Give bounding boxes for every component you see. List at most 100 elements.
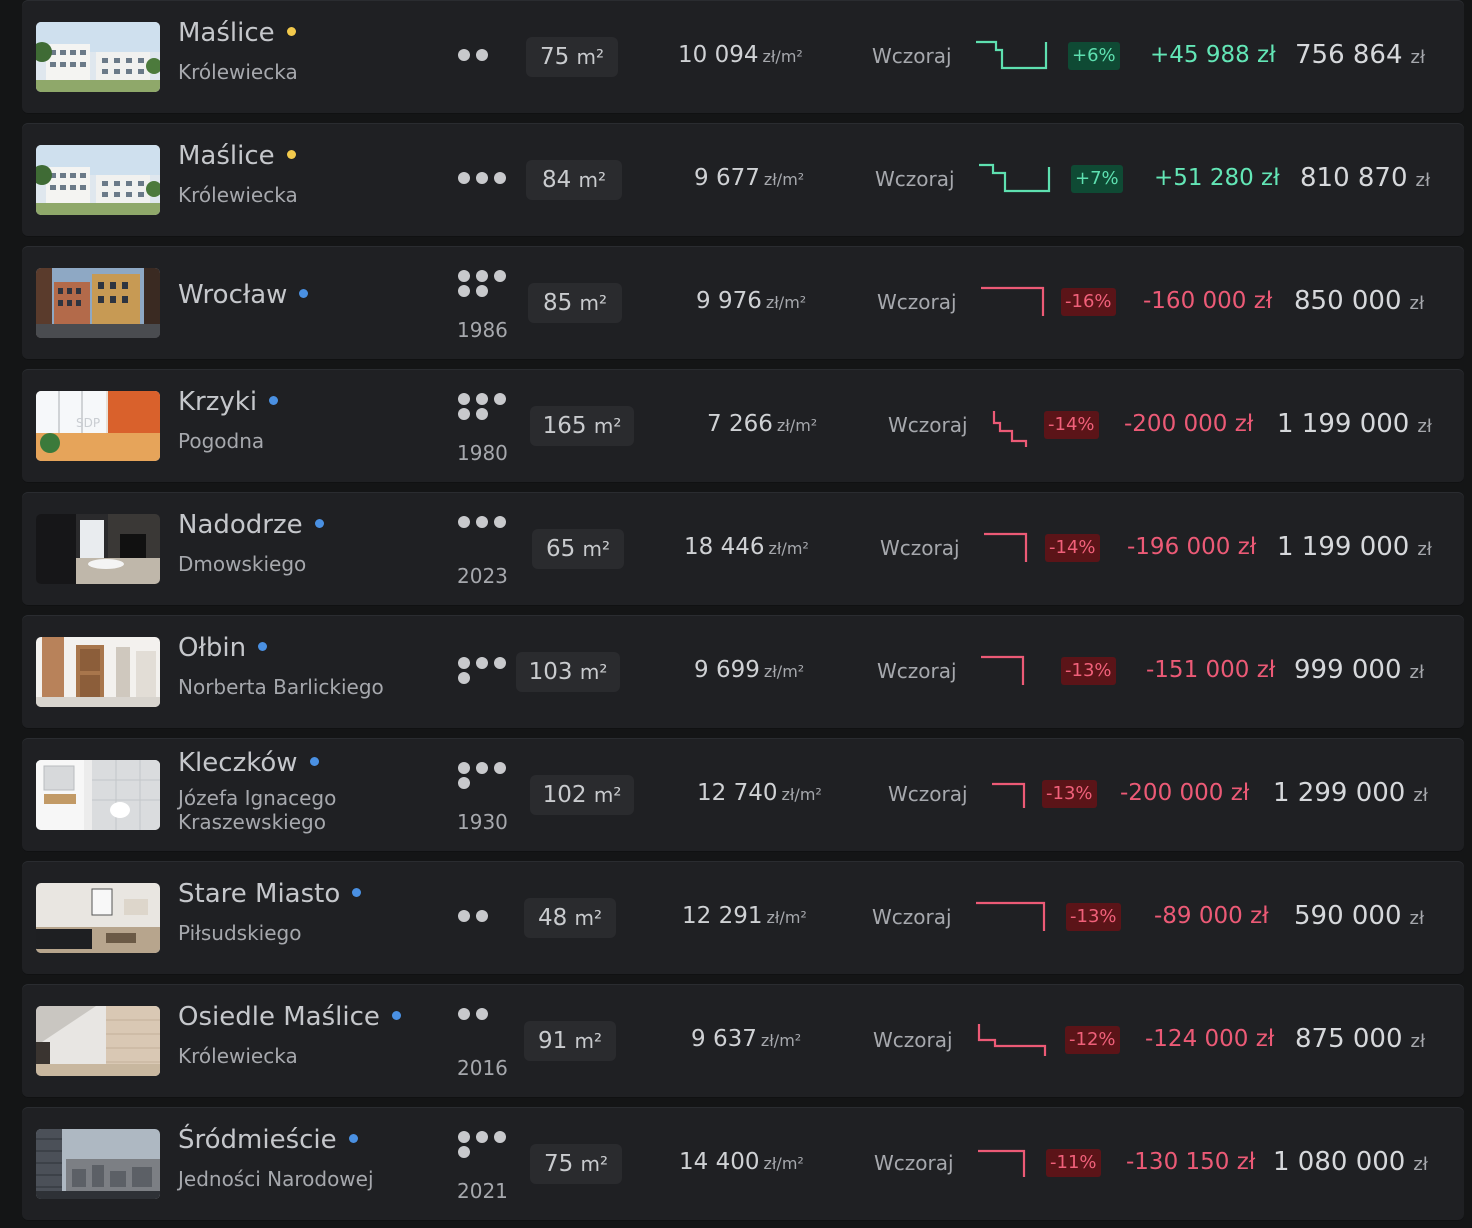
price-history-sparkline[interactable] <box>979 653 1049 697</box>
price-change-amount: -124 000 zł <box>1145 1026 1275 1052</box>
room-dot <box>458 49 470 61</box>
street-name: Jedności Narodowej <box>178 1167 374 1191</box>
district-name[interactable]: Kleczków <box>178 748 319 778</box>
listing-photo[interactable] <box>36 1129 160 1199</box>
district-name[interactable]: Ołbin <box>178 633 268 663</box>
price-history-sparkline[interactable] <box>982 530 1032 574</box>
price-history-sparkline[interactable] <box>976 1145 1030 1189</box>
status-dot-icon <box>348 1134 358 1143</box>
listing-row[interactable]: Ołbin Norberta Barlickiego 103 m² 9 699 zł/m… <box>22 615 1464 729</box>
price-history-sparkline[interactable] <box>974 38 1052 82</box>
total-price: 999 000 zł <box>1294 655 1425 685</box>
price-history-sparkline[interactable] <box>979 284 1049 328</box>
total-price: 810 870 zł <box>1300 163 1431 193</box>
listing-photo[interactable] <box>36 637 160 707</box>
room-dot <box>458 762 470 774</box>
listing-photo[interactable] <box>36 145 160 215</box>
street-name: Dmowskiego <box>178 552 307 576</box>
room-dot <box>458 1131 470 1143</box>
listing-photo[interactable] <box>36 883 160 953</box>
price-per-m2: 10 094 zł/m² <box>678 42 803 68</box>
price-history-sparkline[interactable] <box>977 1022 1051 1066</box>
status-dot-icon <box>309 757 319 766</box>
listing-row[interactable]: Śródmieście Jedności Narodowej 2021 75 m² 14… <box>22 1107 1464 1221</box>
listing-photo[interactable] <box>36 22 160 92</box>
listing-photo[interactable] <box>36 268 160 338</box>
price-change-amount: +51 280 zł <box>1154 165 1280 191</box>
updated-date: Wczoraj <box>888 413 968 437</box>
price-change-amount: -200 000 zł <box>1124 411 1254 437</box>
price-change-percent: +7% <box>1071 165 1123 193</box>
listing-photo[interactable] <box>36 514 160 584</box>
price-change-percent: -13% <box>1066 903 1121 931</box>
district-name[interactable]: Maślice <box>178 18 296 48</box>
room-dot <box>476 1131 488 1143</box>
total-price: 590 000 zł <box>1294 901 1425 931</box>
listing-row[interactable]: Wrocław 1986 85 m² 9 976 zł/m² Wczoraj -16% -16… <box>22 246 1464 360</box>
street-name: Królewiecka <box>178 60 298 84</box>
status-dot-icon <box>258 642 268 651</box>
status-dot-icon <box>352 888 362 897</box>
price-change-percent: -14% <box>1044 411 1099 439</box>
updated-date: Wczoraj <box>888 782 968 806</box>
listing-row[interactable]: Kleczków Józefa Ignacego Kraszewskiego 1930… <box>22 738 1464 852</box>
price-per-m2: 18 446 zł/m² <box>684 534 809 560</box>
area-badge: 103 m² <box>516 652 620 692</box>
price-change-percent: -12% <box>1065 1026 1120 1054</box>
listing-row[interactable]: Maślice Królewiecka 84 m² 9 677 zł/m² Wczoraj… <box>22 123 1464 237</box>
room-dot <box>458 672 470 684</box>
area-badge: 102 m² <box>530 775 634 815</box>
listing-row[interactable]: Osiedle Maślice Królewiecka 2016 91 m² 9 637… <box>22 984 1464 1098</box>
street-name: Józefa Ignacego Kraszewskiego <box>178 786 337 834</box>
room-dot <box>494 172 506 184</box>
price-change-percent: -14% <box>1045 534 1100 562</box>
district-name[interactable]: Maślice <box>178 141 296 171</box>
price-per-m2: 9 637 zł/m² <box>691 1026 802 1052</box>
status-dot-icon <box>286 27 296 36</box>
listing-row[interactable]: Nadodrze Dmowskiego 2023 65 m² 18 446 zł/m² Wc… <box>22 492 1464 606</box>
total-price: 1 080 000 zł <box>1273 1147 1428 1177</box>
updated-date: Wczoraj <box>872 905 952 929</box>
price-history-sparkline[interactable] <box>974 899 1050 943</box>
price-history-sparkline[interactable] <box>977 161 1055 205</box>
listing-photo[interactable] <box>36 760 160 830</box>
district-name[interactable]: Osiedle Maślice <box>178 1002 401 1032</box>
room-dot <box>476 516 488 528</box>
price-history-sparkline[interactable] <box>990 776 1030 820</box>
price-history-sparkline[interactable] <box>990 409 1034 453</box>
updated-date: Wczoraj <box>877 659 957 683</box>
listing-row[interactable]: SDP Krzyki Pogodna 1980 165 m² 7 266 zł/m² Wczo… <box>22 369 1464 483</box>
listing-row[interactable]: Maślice Królewiecka 75 m² 10 094 zł/m² Wczora… <box>22 0 1464 114</box>
district-name[interactable]: Wrocław <box>178 280 309 310</box>
district-name[interactable]: Nadodrze <box>178 510 324 540</box>
build-year: 2016 <box>457 1056 508 1080</box>
district-name[interactable]: Stare Miasto <box>178 879 362 909</box>
build-year: 2021 <box>457 1179 508 1203</box>
room-dot <box>458 172 470 184</box>
price-change-amount: -89 000 zł <box>1154 903 1269 929</box>
room-dot <box>458 1146 470 1158</box>
area-badge: 165 m² <box>530 406 634 446</box>
price-change-percent: -13% <box>1042 780 1097 808</box>
district-name[interactable]: Krzyki <box>178 387 279 417</box>
price-change-amount: -196 000 zł <box>1127 534 1257 560</box>
listing-photo[interactable]: SDP <box>36 391 160 461</box>
room-dot <box>458 777 470 789</box>
price-per-m2: 14 400 zł/m² <box>679 1149 804 1175</box>
room-dot <box>458 1008 470 1020</box>
listing-row[interactable]: Stare Miasto Piłsudskiego 48 m² 12 291 zł/m²… <box>22 861 1464 975</box>
total-price: 1 199 000 zł <box>1277 409 1432 439</box>
build-year: 2023 <box>457 564 508 588</box>
price-change-percent: -11% <box>1046 1149 1101 1177</box>
room-dot <box>494 762 506 774</box>
room-dot <box>458 270 470 282</box>
room-dot <box>476 172 488 184</box>
room-dot <box>458 516 470 528</box>
room-dot <box>494 270 506 282</box>
district-name[interactable]: Śródmieście <box>178 1125 358 1155</box>
total-price: 1 199 000 zł <box>1277 532 1432 562</box>
updated-date: Wczoraj <box>874 1151 954 1175</box>
total-price: 1 299 000 zł <box>1273 778 1428 808</box>
build-year: 1980 <box>457 441 508 465</box>
listing-photo[interactable] <box>36 1006 160 1076</box>
